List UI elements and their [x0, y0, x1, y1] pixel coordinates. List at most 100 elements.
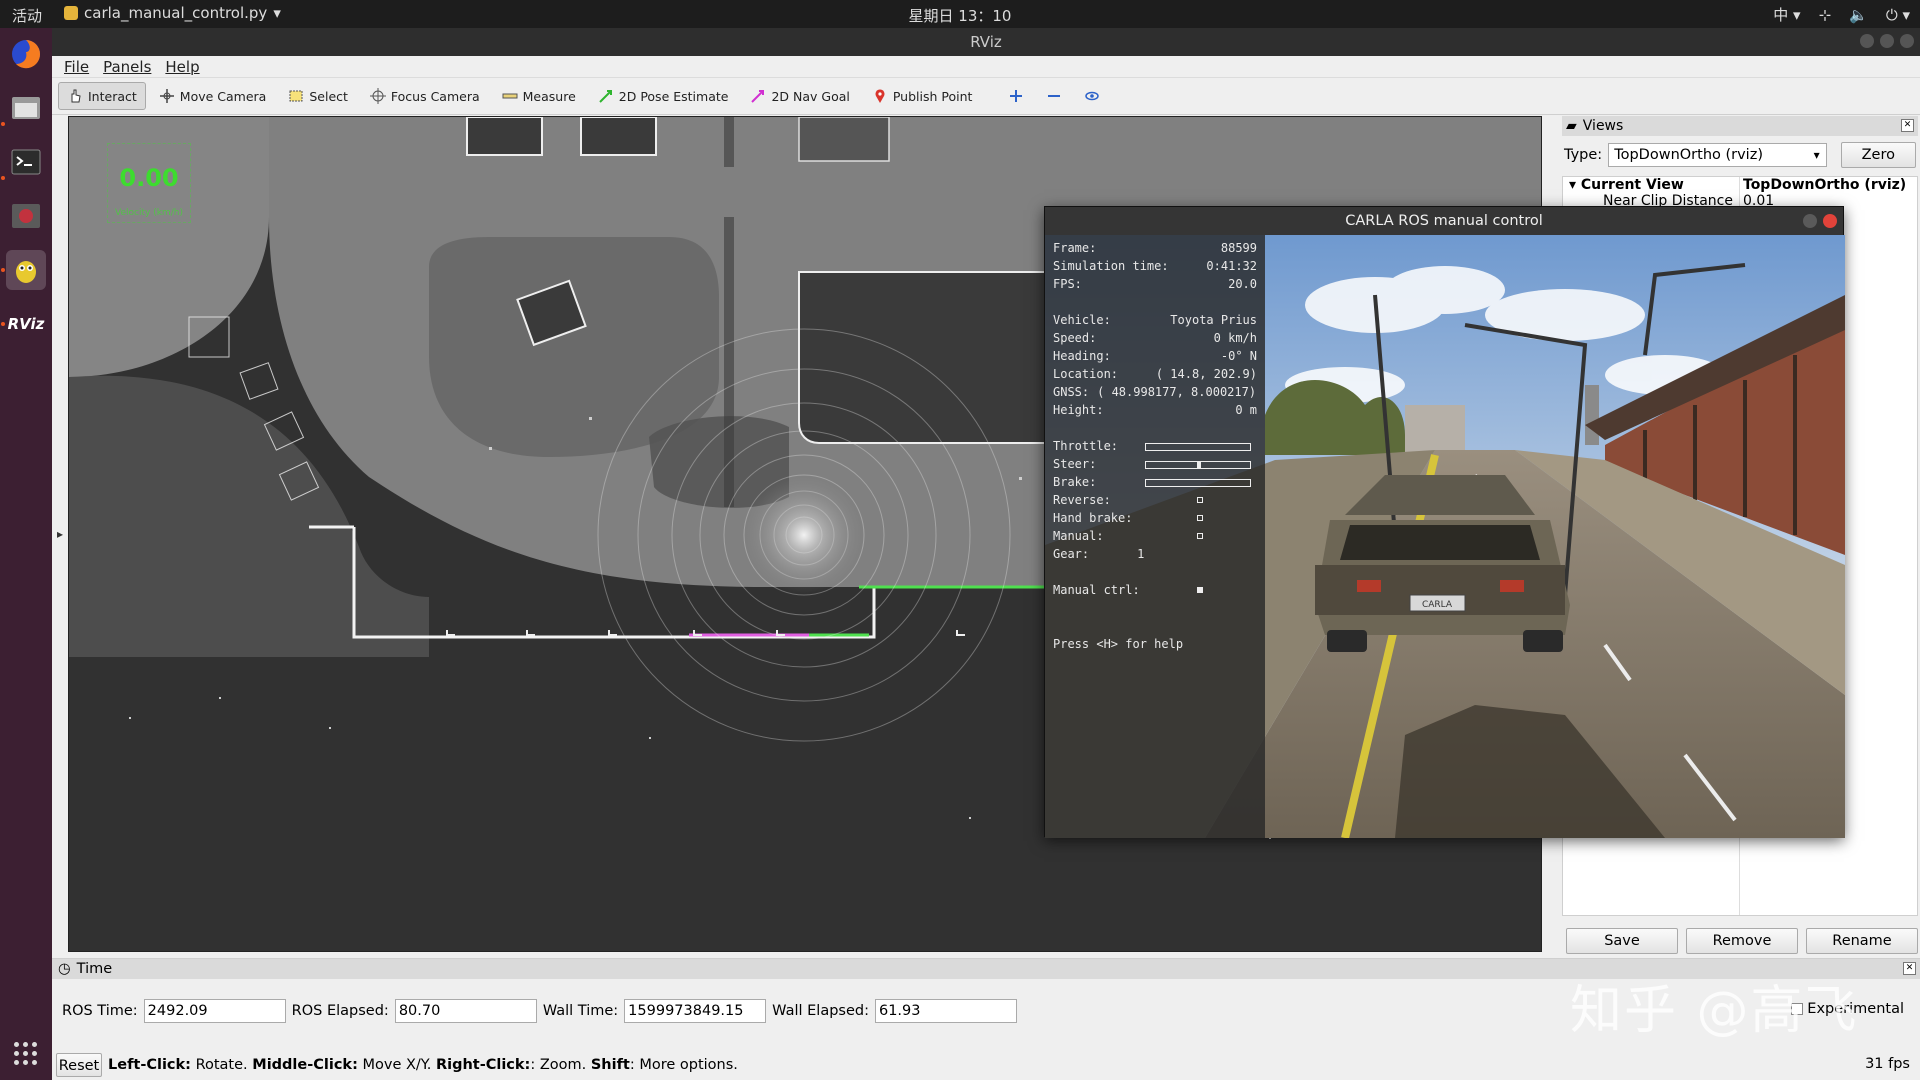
volume-icon[interactable]: 🔈 — [1849, 6, 1868, 24]
camera-icon: ▰ — [1566, 118, 1577, 134]
expand-triangle-icon[interactable]: ▾ — [1569, 177, 1576, 193]
minimize-icon[interactable] — [1860, 34, 1874, 48]
reset-button[interactable]: Reset — [56, 1053, 102, 1077]
view-type-dropdown[interactable]: TopDownOrtho (rviz) — [1608, 143, 1827, 167]
move-camera-tool-button[interactable]: Move Camera — [150, 82, 276, 110]
hud-sim-time-value: 0:41:32 — [1206, 259, 1257, 273]
save-view-button[interactable]: Save — [1566, 928, 1678, 954]
select-tool-button[interactable]: Select — [279, 82, 357, 110]
hud-manual: Manual: — [1053, 529, 1257, 545]
hud-fps-value: 20.0 — [1228, 277, 1257, 291]
close-icon[interactable] — [1823, 214, 1837, 228]
fps-counter: 31 fps — [1865, 1056, 1910, 1072]
nav-goal-tool-button[interactable]: 2D Nav Goal — [741, 82, 858, 110]
hud-height: Height: 0 m — [1053, 403, 1257, 419]
wall-time-field[interactable] — [624, 999, 767, 1023]
hud-gear-label: Gear: — [1053, 547, 1090, 561]
view-type-row: Type: TopDownOrtho (rviz) Zero — [1562, 136, 1918, 174]
steer-marker — [1197, 462, 1201, 468]
hud-heading: Heading: -0° N — [1053, 349, 1257, 365]
views-buttons: Save Remove Rename — [1566, 928, 1918, 954]
network-icon[interactable]: ⊹ — [1819, 6, 1832, 24]
rename-view-button[interactable]: Rename — [1806, 928, 1918, 954]
interact-label: Interact — [88, 88, 137, 104]
time-fields: ROS Time: ROS Elapsed: Wall Time: Wall E… — [62, 999, 1017, 1023]
firefox-icon[interactable] — [6, 34, 46, 74]
record-app-icon[interactable] — [6, 196, 46, 236]
ros-time-field[interactable] — [143, 999, 286, 1023]
menu-bar: File Panels Help — [52, 56, 1920, 78]
pose-estimate-tool-button[interactable]: 2D Pose Estimate — [589, 82, 738, 110]
hud-heading-value: -0° N — [1220, 349, 1257, 363]
throttle-bar — [1145, 443, 1251, 451]
select-label: Select — [309, 88, 348, 104]
system-tray: 中 ▾ ⊹ 🔈 ⏻ ▾ — [1773, 4, 1910, 25]
focus-camera-tool-button[interactable]: Focus Camera — [361, 82, 489, 110]
hud-vehicle: Vehicle: Toyota Prius — [1053, 313, 1257, 329]
hud-speed: Speed: 0 km/h — [1053, 331, 1257, 347]
wall-elapsed-field[interactable] — [874, 999, 1017, 1023]
window-title-bar[interactable]: RViz — [52, 28, 1920, 56]
license-plate: CARLA — [1422, 600, 1453, 610]
plus-icon — [1010, 90, 1023, 102]
carla-camera-view[interactable]: CARLA Frame: 88599 Simulation time: 0:41:3… — [1045, 235, 1845, 838]
hud-location: Location: ( 14.8, 202.9) — [1053, 367, 1257, 383]
show-applications-icon[interactable] — [14, 1042, 38, 1066]
hud-handbrake: Hand brake: — [1053, 511, 1257, 527]
middle-click-desc: Move X/Y. — [362, 1057, 432, 1073]
power-icon[interactable]: ⏻ ▾ — [1886, 6, 1910, 24]
measure-tool-button[interactable]: Measure — [493, 82, 585, 110]
terminal-icon[interactable] — [6, 142, 46, 182]
remove-view-button[interactable]: Remove — [1686, 928, 1798, 954]
running-indicator — [1, 122, 5, 126]
clock[interactable]: 星期日 13：10 — [0, 5, 1920, 26]
views-panel-title: Views — [1582, 118, 1624, 134]
zero-button[interactable]: Zero — [1840, 142, 1916, 168]
carla-title-bar[interactable]: CARLA ROS manual control — [1045, 207, 1843, 235]
files-icon[interactable] — [6, 88, 46, 128]
shift-desc: : More options. — [629, 1057, 738, 1073]
hud-gear-value: 1 — [1137, 547, 1145, 561]
hud-help: Press <H> for help — [1053, 637, 1257, 653]
collapse-left-panel-handle[interactable]: ▸ — [52, 116, 68, 952]
tool-properties-button[interactable] — [1075, 82, 1109, 110]
hud-throttle-label: Throttle: — [1053, 439, 1119, 453]
maximize-icon[interactable] — [1880, 34, 1894, 48]
velocity-overlay: 0.00 Velocity (km/h) — [107, 143, 191, 223]
publish-point-tool-button[interactable]: Publish Point — [863, 82, 982, 110]
close-icon[interactable]: ✕ — [1901, 119, 1914, 132]
remove-tool-button[interactable] — [1037, 82, 1071, 110]
interact-tool-button[interactable]: Interact — [58, 82, 146, 110]
hud-frame-label: Frame: — [1053, 241, 1097, 255]
window-controls — [1860, 34, 1914, 48]
carla-manual-control-window[interactable]: CARLA ROS manual control CARLA Frame: 88… — [1044, 206, 1845, 838]
close-icon[interactable]: ✕ — [1903, 962, 1916, 975]
ubuntu-dock: RViz — [0, 28, 52, 1080]
tree-row-current-view[interactable]: ▾ Current View TopDownOrtho (rviz) — [1563, 177, 1917, 193]
menu-help[interactable]: Help — [165, 58, 199, 76]
focus-camera-label: Focus Camera — [390, 88, 480, 104]
hud-panel: Frame: 88599 Simulation time: 0:41:32 FPS:… — [1045, 235, 1265, 838]
hud-fps-label: FPS: — [1053, 277, 1082, 291]
shift-key: Shift — [590, 1057, 630, 1073]
running-indicator — [1, 268, 5, 272]
close-icon[interactable] — [1900, 34, 1914, 48]
menu-panels[interactable]: Panels — [103, 58, 151, 76]
input-method-indicator[interactable]: 中 ▾ — [1773, 4, 1800, 25]
ros-elapsed-field[interactable] — [394, 999, 537, 1023]
add-tool-button[interactable] — [999, 82, 1033, 110]
brake-bar — [1145, 479, 1251, 487]
menu-file[interactable]: File — [64, 58, 89, 76]
minimize-icon[interactable] — [1803, 214, 1817, 228]
hud-vehicle-value: Toyota Prius — [1170, 313, 1257, 327]
pygame-snake-icon[interactable] — [6, 250, 46, 290]
tool-bar: Interact Move Camera Select Focus Camera… — [52, 78, 1920, 115]
rviz-icon[interactable]: RViz — [6, 304, 46, 344]
hud-steer-label: Steer: — [1053, 457, 1097, 471]
hud-frame-value: 88599 — [1220, 241, 1257, 255]
views-panel-header: ▰ Views ✕ — [1562, 116, 1918, 136]
current-view-value: TopDownOrtho (rviz) — [1743, 177, 1907, 193]
window-title: RViz — [970, 33, 1002, 51]
pose-estimate-label: 2D Pose Estimate — [618, 88, 729, 104]
current-view-label: Current View — [1580, 177, 1684, 193]
